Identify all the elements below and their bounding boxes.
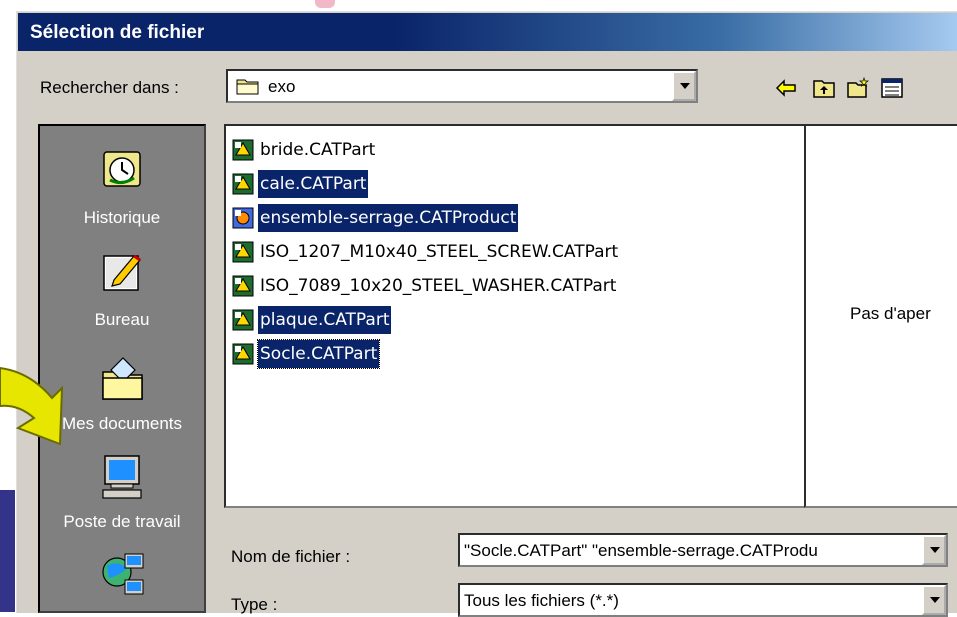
place-label: Poste de travail [63, 512, 181, 531]
folder-icon [236, 79, 259, 95]
place-label: Bureau [94, 310, 150, 329]
catpart-icon [232, 139, 254, 161]
place-label: Historique [83, 208, 161, 227]
place-network[interactable] [40, 550, 204, 603]
file-name: Socle.CATPart [256, 339, 381, 369]
filename-dropdown-button[interactable] [922, 535, 946, 565]
look-in-label: Rechercher dans : [40, 78, 179, 97]
catproduct-icon [232, 207, 254, 229]
details-view-icon[interactable] [880, 77, 904, 99]
file-name: cale.CATPart [258, 170, 369, 198]
file-selection-dialog: Sélection de fichier Rechercher dans : e… [15, 10, 957, 617]
pointer-arrow-icon [0, 366, 64, 446]
file-list[interactable]: bride.CATPart cale.CATPart ensemble-serrag… [224, 124, 806, 508]
network-icon [102, 553, 144, 595]
new-folder-icon[interactable] [846, 77, 870, 99]
look-in-dropdown-button[interactable] [672, 71, 696, 101]
place-historique[interactable]: Historique [40, 148, 204, 227]
catpart-icon [232, 173, 254, 195]
catpart-icon [232, 275, 254, 297]
preview-pane: Pas d'aper [804, 124, 957, 508]
look-in-combobox[interactable]: exo [226, 69, 698, 103]
file-name: ISO_1207_M10x40_STEEL_SCREW.CATPart [260, 242, 619, 262]
filename-combobox[interactable]: "Socle.CATPart" "ensemble-serrage.CATPro… [458, 533, 948, 567]
catpart-icon [232, 309, 254, 331]
preview-placeholder: Pas d'aper [850, 304, 931, 323]
file-name: bride.CATPart [260, 140, 376, 160]
my-documents-icon [102, 357, 143, 400]
history-icon [103, 151, 141, 187]
back-arrow-icon[interactable] [774, 77, 798, 99]
file-name: ISO_7089_10x20_STEEL_WASHER.CATPart [260, 276, 617, 296]
up-folder-icon[interactable] [812, 77, 836, 99]
file-name: ensemble-serrage.CATProduct [258, 204, 519, 232]
filename-value: "Socle.CATPart" "ensemble-serrage.CATPro… [464, 541, 818, 560]
my-computer-icon [102, 455, 142, 499]
catpart-icon [232, 343, 254, 365]
slide-decoration-mark [315, 0, 335, 8]
catpart-icon [232, 241, 254, 263]
filetype-label: Type : [231, 595, 278, 614]
filetype-value: Tous les fichiers (*.*) [464, 591, 619, 610]
filetype-dropdown-button[interactable] [922, 585, 946, 615]
dialog-title: Sélection de fichier [30, 22, 205, 43]
title-bar[interactable]: Sélection de fichier [18, 13, 957, 51]
file-name: plaque.CATPart [258, 306, 392, 334]
place-bureau[interactable]: Bureau [40, 250, 204, 329]
look-in-value: exo [268, 77, 296, 96]
filename-label: Nom de fichier : [231, 547, 351, 566]
desktop-icon [103, 254, 141, 291]
